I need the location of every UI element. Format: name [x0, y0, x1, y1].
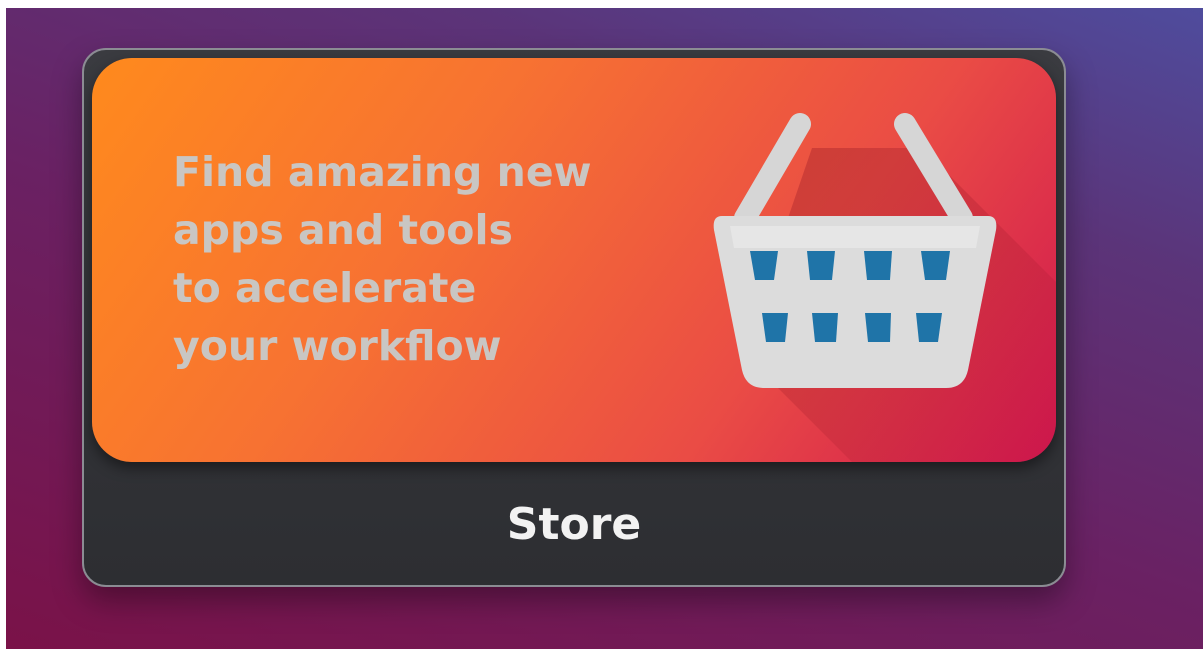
shopping-basket-icon [713, 113, 997, 388]
headline-line: your workflow [173, 322, 502, 370]
store-banner: Find amazing new apps and tools to accel… [92, 58, 1056, 462]
store-tile[interactable]: Find amazing new apps and tools to accel… [82, 48, 1066, 587]
store-headline: Find amazing new apps and tools to accel… [173, 143, 693, 375]
store-label: Store [506, 499, 642, 550]
headline-line: Find amazing new [173, 148, 592, 196]
headline-line: to accelerate [173, 264, 477, 312]
desktop-background: Find amazing new apps and tools to accel… [6, 8, 1203, 649]
headline-line: apps and tools [173, 206, 513, 254]
